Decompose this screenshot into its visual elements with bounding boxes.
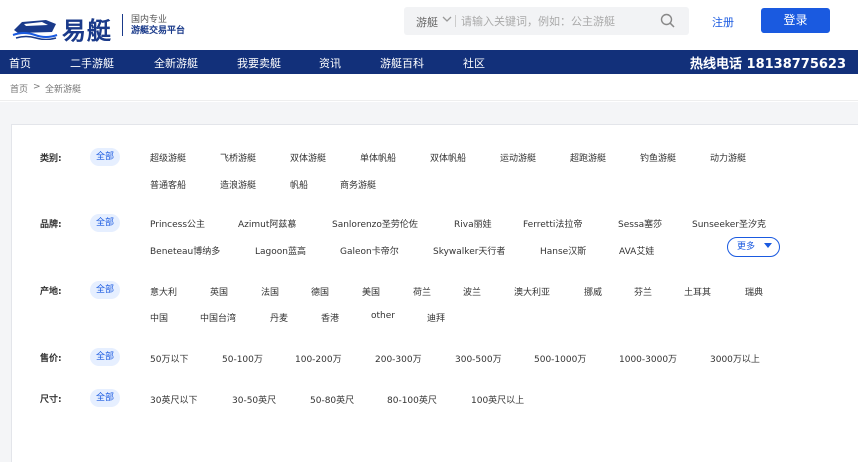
filter-brand-all[interactable]: 全部 <box>90 214 121 232</box>
filter-option-origin[interactable]: 德国 <box>311 285 329 298</box>
filter-option-origin[interactable]: 挪威 <box>584 285 602 298</box>
filter-label-brand: 品牌: <box>40 220 62 230</box>
filter-option-origin[interactable]: 荷兰 <box>413 285 431 298</box>
nav-item-sell[interactable]: 我要卖艇 <box>237 55 281 71</box>
filter-option-price[interactable]: 3000万以上 <box>710 352 760 365</box>
filter-option-brand[interactable]: Hanse汉斯 <box>540 244 586 257</box>
filter-option-category[interactable]: 飞桥游艇 <box>220 151 256 164</box>
nav-item-home[interactable]: 首页 <box>9 55 31 71</box>
filter-category-all[interactable]: 全部 <box>90 148 121 166</box>
hotline: 热线电话 18138775623 <box>690 57 847 72</box>
filter-option-price[interactable]: 100-200万 <box>295 352 342 365</box>
nav-item-used-yachts[interactable]: 二手游艇 <box>70 55 114 71</box>
register-link[interactable]: 注册 <box>712 14 734 30</box>
filter-option-origin[interactable]: 法国 <box>261 285 279 298</box>
filter-option-price[interactable]: 50-100万 <box>222 352 263 365</box>
filter-option-category[interactable]: 普通客船 <box>150 178 186 191</box>
filter-option-origin[interactable]: 美国 <box>362 285 380 298</box>
filter-option-origin[interactable]: 英国 <box>210 285 228 298</box>
nav-item-news[interactable]: 资讯 <box>319 55 341 71</box>
filter-option-origin[interactable]: 丹麦 <box>270 311 288 324</box>
logo-text: 易艇 <box>62 17 112 45</box>
filter-option-origin[interactable]: 芬兰 <box>634 285 652 298</box>
filter-option-category[interactable]: 造浪游艇 <box>220 178 256 191</box>
breadcrumb-current: 全新游艇 <box>45 85 82 95</box>
filter-option-origin[interactable]: 迪拜 <box>427 311 445 324</box>
filter-option-brand[interactable]: Lagoon蓝高 <box>255 244 306 257</box>
main-nav: 首页 二手游艇 全新游艇 我要卖艇 资讯 游艇百科 社区 热线电话 181387… <box>0 50 858 76</box>
filter-option-size[interactable]: 100英尺以上 <box>471 393 524 406</box>
filter-option-brand[interactable]: Riva丽娃 <box>454 217 492 230</box>
nav-item-encyclopedia[interactable]: 游艇百科 <box>380 55 424 71</box>
filter-option-origin[interactable]: 香港 <box>321 311 339 324</box>
nav-item-new-yachts[interactable]: 全新游艇 <box>154 55 198 76</box>
filter-option-price[interactable]: 500-1000万 <box>534 352 586 365</box>
filter-price-all[interactable]: 全部 <box>90 348 121 366</box>
filter-option-brand[interactable]: Ferretti法拉帝 <box>523 217 582 230</box>
filter-option-category[interactable]: 双体游艇 <box>290 151 326 164</box>
slogan-line-2: 游艇交易平台 <box>131 26 186 36</box>
more-brands-button[interactable]: 更多 <box>727 237 780 257</box>
search-bar: 游艇 <box>404 7 689 35</box>
more-label: 更多 <box>737 242 756 252</box>
filter-option-origin[interactable]: 澳大利亚 <box>514 285 550 298</box>
filter-option-brand[interactable]: Sunseeker圣汐克 <box>692 217 766 230</box>
filter-panel <box>11 124 858 462</box>
filter-option-price[interactable]: 50万以下 <box>150 352 188 365</box>
filter-option-origin[interactable]: 瑞典 <box>745 285 763 298</box>
filter-label-size: 尺寸: <box>40 395 62 405</box>
filter-option-category[interactable]: 超跑游艇 <box>570 151 606 164</box>
search-divider <box>455 15 456 27</box>
filter-option-category[interactable]: 动力游艇 <box>710 151 746 164</box>
filter-option-category[interactable]: 钓鱼游艇 <box>640 151 676 164</box>
filter-label-category: 类别: <box>40 154 62 164</box>
filter-origin-all[interactable]: 全部 <box>90 281 121 299</box>
filter-option-brand[interactable]: Azimut阿兹慕 <box>238 217 296 230</box>
filter-option-brand[interactable]: Galeon卡帝尔 <box>340 244 399 257</box>
login-button[interactable]: 登录 <box>761 8 830 33</box>
filter-option-category[interactable]: 超级游艇 <box>150 151 186 164</box>
filter-option-category[interactable]: 帆船 <box>290 178 308 191</box>
filter-option-size[interactable]: 30英尺以下 <box>150 393 197 406</box>
yacht-logo-icon <box>12 20 58 40</box>
nav-item-community[interactable]: 社区 <box>463 55 485 71</box>
logo-divider <box>122 14 123 36</box>
filter-option-brand[interactable]: Sanlorenzo圣劳伦佐 <box>332 217 418 230</box>
caret-down-icon <box>764 243 772 248</box>
filter-option-origin[interactable]: 意大利 <box>150 285 177 298</box>
filter-option-origin[interactable]: 中国 <box>150 311 168 324</box>
site-logo[interactable]: 易艇 <box>12 8 122 45</box>
filter-option-origin[interactable]: 波兰 <box>463 285 481 298</box>
filter-label-origin: 产地: <box>40 287 62 297</box>
filter-size-all[interactable]: 全部 <box>90 389 121 407</box>
filter-option-category[interactable]: 商务游艇 <box>340 178 376 191</box>
filter-option-origin[interactable]: 土耳其 <box>684 285 711 298</box>
filter-option-price[interactable]: 200-300万 <box>375 352 422 365</box>
filter-option-origin[interactable]: other <box>371 311 395 321</box>
filter-option-category[interactable]: 双体帆船 <box>430 151 466 164</box>
search-category-select[interactable]: 游艇 <box>416 14 438 30</box>
filter-option-origin[interactable]: 中国台湾 <box>200 311 236 324</box>
breadcrumb-home[interactable]: 首页 <box>10 82 28 95</box>
filter-option-brand[interactable]: Princess公主 <box>150 217 205 230</box>
filter-label-price: 售价: <box>40 354 62 364</box>
site-header: 易艇 国内专业 游艇交易平台 游艇 注册 登录 <box>0 0 858 50</box>
search-icon[interactable] <box>660 13 675 32</box>
filter-option-price[interactable]: 1000-3000万 <box>619 352 677 365</box>
filter-option-size[interactable]: 80-100英尺 <box>387 393 437 406</box>
breadcrumb: 首页 > 全新游艇 <box>0 74 858 101</box>
filter-option-brand[interactable]: AVA艾娃 <box>619 244 654 257</box>
filter-option-brand[interactable]: Skywalker天行者 <box>433 244 505 257</box>
filter-option-brand[interactable]: Sessa塞莎 <box>618 217 662 230</box>
breadcrumb-separator: > <box>33 82 41 92</box>
search-input[interactable] <box>461 11 651 31</box>
filter-option-price[interactable]: 300-500万 <box>455 352 502 365</box>
filter-option-category[interactable]: 单体帆船 <box>360 151 396 164</box>
filter-option-size[interactable]: 50-80英尺 <box>310 393 354 406</box>
filter-option-brand[interactable]: Beneteau博纳多 <box>150 244 220 257</box>
filter-option-size[interactable]: 30-50英尺 <box>232 393 276 406</box>
chevron-down-icon[interactable] <box>442 14 452 27</box>
filter-option-category[interactable]: 运动游艇 <box>500 151 536 164</box>
